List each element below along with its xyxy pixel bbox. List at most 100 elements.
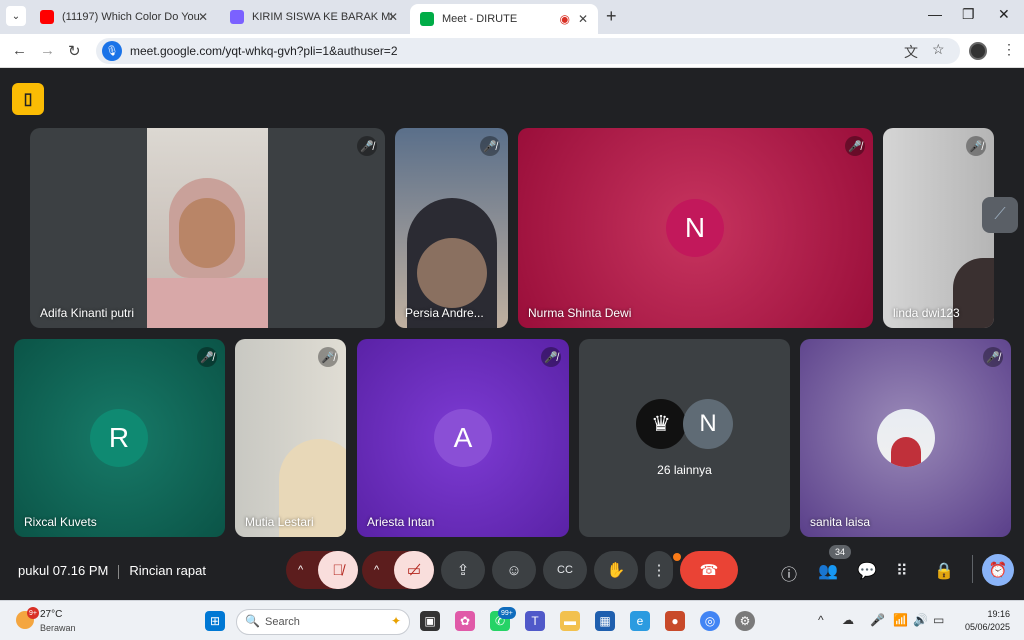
crown-icon: ♛ [636,399,686,449]
more-participants-label: 26 lainnya [657,463,712,477]
address-bar[interactable]: 🎙 meet.google.com/yqt-whkq-gvh?pli=1&aut… [96,38,960,64]
back-button[interactable]: ← [12,42,27,59]
participant-name: Persia Andre... [405,306,484,320]
participant-tile[interactable]: 🎤̸ linda dwi123 [883,128,994,328]
chat-icon[interactable]: 💬 [857,561,877,581]
translate-icon[interactable]: 文 [904,42,918,62]
host-controls-icon[interactable]: 🔒 [934,561,954,581]
system-clock[interactable]: 19:16 05/06/2025 [958,609,1010,632]
participants-count-badge: 34 [829,545,851,559]
participant-name: Nurma Shinta Dewi [528,306,632,320]
participant-tile[interactable]: 🎤̸ sanita laisa [800,339,1011,537]
close-tab-icon[interactable]: ✕ [198,10,208,24]
settings-gear-icon[interactable]: ⚙ [735,611,755,631]
new-tab-button[interactable]: + [606,6,617,27]
mic-off-icon: 🎤̸ [357,136,377,156]
battery-icon[interactable]: ▭ [933,613,944,627]
search-input[interactable]: Search [265,616,300,628]
avatar: N [666,199,724,257]
close-tab-icon[interactable]: ✕ [388,10,398,24]
file-explorer-icon[interactable]: ▬ [560,611,580,631]
close-tab-icon[interactable]: ✕ [578,12,588,26]
camera-off-button[interactable]: ▭̸ [394,551,434,589]
wifi-icon[interactable]: 📶 [893,613,908,627]
participant-tile[interactable]: A 🎤̸ Ariesta Intan [357,339,569,537]
maximize-button[interactable]: ❐ [962,6,975,23]
task-view-icon[interactable]: ▣ [420,611,440,631]
edge-icon[interactable]: e [630,611,650,631]
raise-hand-button[interactable]: ✋ [594,551,638,589]
people-icon[interactable]: 👥 [818,561,838,581]
meet-stage: ▯ 🎤̸ Adifa Kinanti putri 🎤̸ Persia Andre… [0,69,1024,600]
avatar: A [434,409,492,467]
whatsapp-badge: 99+ [498,607,516,619]
emoji-reaction-button[interactable]: ☺ [492,551,536,589]
weather-badge: 9+ [27,607,39,619]
more-participants-tile[interactable]: ♛ N 26 lainnya [579,339,790,537]
side-panel-handle-icon[interactable]: ⟋ [982,197,1018,233]
volume-icon[interactable]: 🔊 [913,613,928,627]
mic-off-icon: 🎤̸ [966,136,986,156]
camera-control-group: ^ ▭̸ [362,551,434,589]
bookmark-star-icon[interactable]: ☆ [932,41,945,58]
participant-name: linda dwi123 [893,306,960,320]
notification-dot [673,553,681,561]
captions-button[interactable]: CC [543,551,587,589]
windows-taskbar: 9+ 27°C Berawan ⊞ 🔍 Search ✦ ▣ ✿ ✆ 99+ T… [0,600,1024,640]
meeting-details-link[interactable]: Rincian rapat [129,563,206,578]
divider [972,555,973,583]
tab-meet[interactable]: Meet - DIRUTE ◉ ✕ [410,4,598,34]
reload-button[interactable]: ↻ [68,42,81,60]
tab-kirim-siswa[interactable]: KIRIM SISWA KE BARAK MILITE ✕ [220,4,408,30]
activities-grid-icon[interactable]: ⠿ [896,561,908,581]
participant-name: Rixcal Kuvets [24,515,97,529]
taskbar-search[interactable]: 🔍 Search ✦ [236,609,410,635]
microphone-icon[interactable]: 🎤 [870,613,885,627]
tab-title: (11197) Which Color Do You W [62,11,202,23]
participant-tile[interactable]: 🎤̸ Mutia Lestari [235,339,346,537]
mic-off-icon: 🎤̸ [983,347,1003,367]
close-window-button[interactable]: ✕ [998,6,1010,23]
present-screen-button[interactable]: ⇪ [441,551,485,589]
url-text[interactable]: meet.google.com/yqt-whkq-gvh?pli=1&authu… [130,44,398,58]
participant-tile[interactable]: 🎤̸ Adifa Kinanti putri [30,128,385,328]
end-call-button[interactable]: ☎ [680,551,738,589]
mic-off-icon: 🎤̸ [845,136,865,156]
tab-search-button[interactable]: ⌄ [6,6,26,26]
microsoft-store-icon[interactable]: ▦ [595,611,615,631]
copilot-icon[interactable]: ✿ [455,611,475,631]
participant-name: Ariesta Intan [367,515,435,529]
site-info-icon[interactable]: 🎙 [102,41,122,61]
meet-icon [420,12,434,26]
participant-tile[interactable]: R 🎤̸ Rixcal Kuvets [14,339,225,537]
tab-title: KIRIM SISWA KE BARAK MILITE [252,11,392,23]
temperature: 27°C [40,609,63,620]
search-icon: 🔍 [245,614,260,628]
recording-icon: ◉ [559,12,570,26]
profile-avatar[interactable] [969,42,987,60]
mic-off-icon: 🎤̸ [480,136,500,156]
minimize-button[interactable]: — [928,6,942,22]
door-icon[interactable]: ▯ [12,83,44,115]
mic-off-button[interactable]: 🎙̸ [318,551,358,589]
menu-kebab-icon[interactable]: ⋮ [1002,41,1016,58]
participant-tile[interactable]: 🎤̸ Persia Andre... [395,128,508,328]
mic-off-icon: 🎤̸ [197,347,217,367]
hidden-icons-chevron-icon[interactable]: ^ [818,613,824,627]
chrome-icon[interactable]: ◎ [700,611,720,631]
video-feed [147,128,268,328]
cloud-icon[interactable]: ☁ [842,613,854,627]
teams-icon[interactable]: T [525,611,545,631]
tab-youtube[interactable]: (11197) Which Color Do You W ✕ [30,4,218,30]
avatar: R [90,409,148,467]
forward-button[interactable]: → [40,42,55,59]
more-options-button[interactable]: ⋮ [645,551,673,589]
mic-options-chevron-icon[interactable]: ^ [298,564,303,576]
participant-tile[interactable]: N 🎤̸ Nurma Shinta Dewi [518,128,873,328]
meeting-info-icon[interactable]: ⓘ [781,561,797,585]
participant-name: Mutia Lestari [245,515,314,529]
browser-app-icon[interactable]: ● [665,611,685,631]
camera-options-chevron-icon[interactable]: ^ [374,564,379,576]
windows-start-icon[interactable]: ⊞ [205,611,225,631]
timer-icon[interactable]: ⏰ [982,554,1014,586]
